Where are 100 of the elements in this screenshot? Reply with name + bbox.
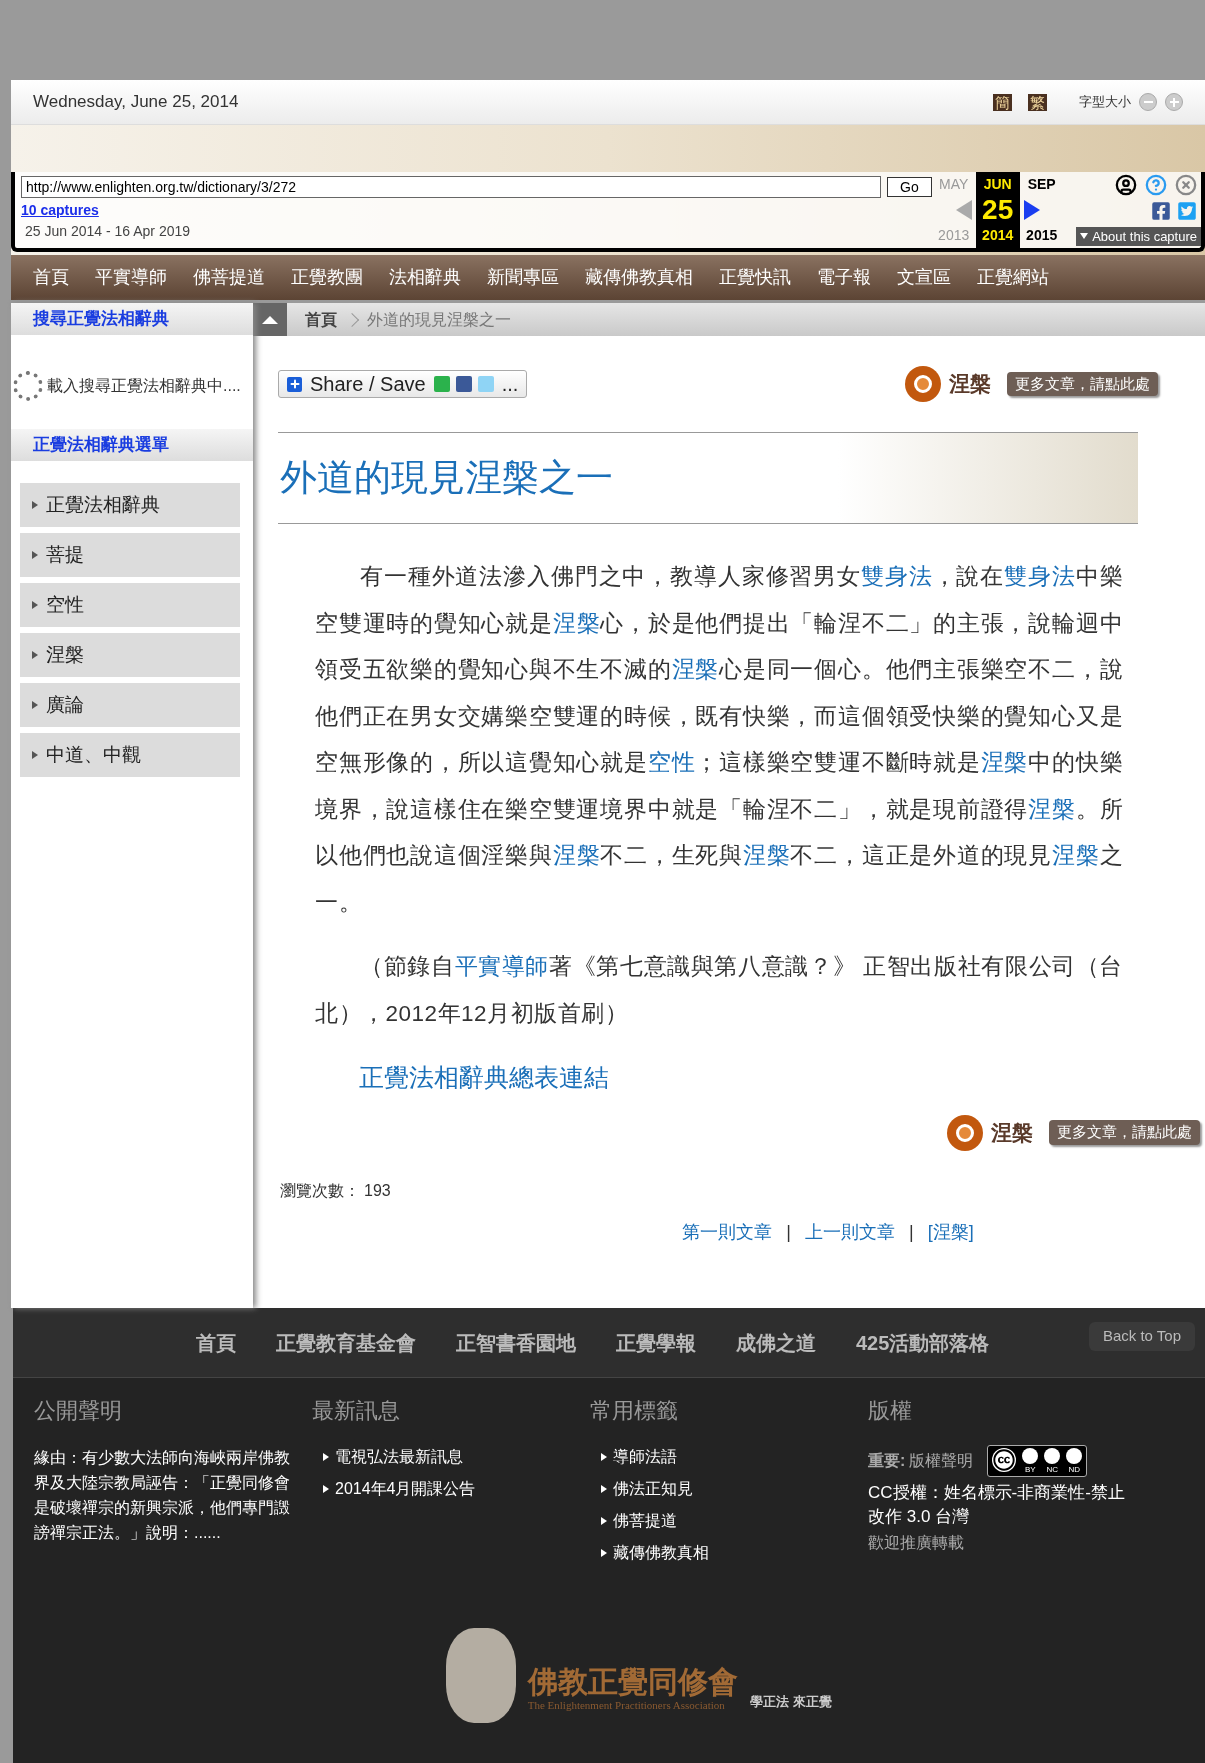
article-paragraph: 有一種外道法滲入佛門之中，教導人家修習男女雙身法，說在雙身法中樂空雙運時的覺知心就是涅槃心，於是他們提出「輪涅不二」的主張，說輪迴中領受五欲樂的覺知心與不生不滅的涅槃心是同一個心。他們主張樂空不二，說他們正在男女交媾樂空雙運的時候，既有快樂，而這個領受快樂的覺知心又是空無形像的，所以這覺知心就是空性；這樣樂空雙運不斷時就是涅槃中的快樂境界，說這樣住在樂空雙運境界中就是「輪涅不二」，就是現前證得涅槃。所以他們也說這個淫樂與涅槃不二，生死與涅槃不二，這正是外道的現見涅槃之一。 — [315, 563, 1123, 917]
footer-heading: 版權 — [868, 1397, 913, 1425]
footer-nav-link[interactable]: 正覺學報 — [616, 1327, 696, 1358]
plus-icon — [287, 376, 302, 392]
breadcrumb-link[interactable]: 首頁 — [305, 307, 337, 332]
footer-link[interactable]: 藏傳佛教真相 — [601, 1541, 848, 1565]
term-link[interactable]: 涅槃 — [671, 657, 720, 682]
user-icon[interactable] — [1115, 174, 1137, 196]
help-icon[interactable] — [1145, 174, 1167, 196]
term-link[interactable]: 平實導師 — [454, 954, 550, 979]
cc-license-badge[interactable]: BY NC ND — [987, 1445, 1088, 1477]
sidebar-item[interactable]: 正覺法相辭典 — [20, 483, 240, 527]
pager-link[interactable]: 上一則文章 — [805, 1218, 895, 1246]
footer-nav-link[interactable]: 首頁 — [196, 1327, 236, 1358]
creative-commons-icon — [993, 1449, 1016, 1471]
term-link[interactable]: 雙身法 — [1004, 564, 1076, 589]
share-button[interactable]: Share / Save ... — [278, 370, 528, 398]
date-text: Wednesday, June 25, 2014 — [33, 91, 239, 114]
back-to-top-button[interactable]: Back to Top — [1088, 1322, 1195, 1351]
sidebar-item[interactable]: 涅槃 — [20, 633, 240, 677]
separator: | — [786, 1220, 791, 1244]
bullet-icon — [32, 701, 38, 709]
nav-link[interactable]: 首頁 — [33, 264, 69, 291]
nav-link[interactable]: 平實導師 — [95, 264, 167, 291]
nav-link[interactable]: 文宣區 — [897, 264, 951, 291]
go-button[interactable]: Go — [887, 177, 932, 197]
footer-link[interactable]: 2014年4月開課公告 — [323, 1477, 570, 1501]
footer-heading: 公開聲明 — [34, 1397, 123, 1425]
month-column[interactable]: JUN 25 2014 — [975, 172, 1020, 248]
nav-link[interactable]: 法相辭典 — [389, 264, 461, 291]
bullet-icon — [32, 501, 38, 509]
term-link[interactable]: 涅槃 — [1051, 843, 1100, 868]
captures-link[interactable]: 10 captures — [21, 200, 99, 221]
footer-nav-link[interactable]: 425活動部落格 — [856, 1327, 990, 1358]
about-capture-button[interactable]: About this capture — [1076, 226, 1201, 246]
month-label: JUN — [983, 175, 1012, 194]
term-link[interactable]: 涅槃 — [980, 750, 1029, 775]
facebook-icon[interactable] — [1151, 201, 1171, 222]
category-name: 涅槃 — [949, 370, 991, 399]
term-link[interactable]: 涅槃 — [1028, 796, 1076, 822]
footer-link[interactable]: 佛菩提道 — [601, 1509, 848, 1533]
article-title: 外道的現見涅槃之一 — [280, 456, 613, 501]
footer-nav-link[interactable]: 成佛之道 — [736, 1327, 816, 1358]
bullet-icon — [32, 651, 38, 659]
previous-arrow-icon[interactable] — [955, 200, 972, 220]
term-link[interactable]: 空性 — [647, 750, 696, 775]
logo-slogan: 學正法 來正覺 — [749, 1692, 833, 1711]
bullet-icon — [601, 1517, 607, 1525]
footer-nav-link[interactable]: 正覺教育基金會 — [276, 1327, 416, 1358]
term-link[interactable]: 雙身法 — [860, 564, 933, 589]
footer-link[interactable]: 電視弘法最新訊息 — [323, 1445, 570, 1469]
view-count: 193 — [364, 1180, 391, 1201]
logo-name: 佛教正覺同修會 — [527, 1666, 738, 1697]
loading-text: 載入搜尋正覺法相辭典中.... — [47, 376, 241, 396]
section-header: 搜尋正覺法相辭典 — [11, 303, 253, 335]
pager-link[interactable]: [涅槃] — [927, 1218, 974, 1246]
statement-text: 緣由：有少數大法師向海峽兩岸佛教界及大陸宗教局誣告：「正覺同修會是破壞禪宗的新興宗派，他們專門譭謗禪宗正法。」說明：...... — [34, 1448, 291, 1543]
important-label: 重要: — [868, 1451, 906, 1471]
nav-link[interactable]: 正覺教團 — [291, 264, 363, 291]
footer-link[interactable]: 佛法正知見 — [601, 1477, 848, 1501]
section-header: 正覺法相辭典選單 — [11, 429, 253, 461]
language-button[interactable]: 簡 — [993, 93, 1012, 111]
term-link[interactable]: 涅槃 — [742, 843, 791, 868]
zoom-in-icon[interactable] — [1165, 93, 1183, 111]
sidebar-item[interactable]: 廣論 — [20, 683, 240, 727]
sidebar-item[interactable]: 空性 — [20, 583, 240, 627]
language-button[interactable]: 繁 — [1028, 93, 1047, 111]
next-arrow-icon[interactable] — [1023, 200, 1040, 220]
nav-link[interactable]: 電子報 — [817, 264, 871, 291]
sidebar-item[interactable]: 中道、中觀 — [20, 733, 240, 777]
nav-link[interactable]: 正覺網站 — [977, 264, 1049, 291]
license-text: CC授權：姓名標示-非商業性-禁止改作 3.0 台灣 — [868, 1482, 1126, 1528]
loading-spinner-icon — [13, 371, 43, 401]
index-link[interactable]: 正覺法相辭典總表連結 — [359, 1059, 609, 1097]
term-link[interactable]: 涅槃 — [552, 610, 601, 636]
bullet-icon — [32, 601, 38, 609]
nav-link[interactable]: 正覺快訊 — [719, 264, 791, 291]
day-label: 25 — [982, 196, 1014, 224]
sidebar-item[interactable]: 菩提 — [20, 533, 240, 577]
pager-link[interactable]: 第一則文章 — [682, 1218, 773, 1246]
nav-link[interactable]: 新聞專區 — [487, 264, 559, 291]
year-label: 2014 — [982, 226, 1014, 245]
nav-link[interactable]: 佛菩提道 — [193, 264, 265, 291]
more-articles-button[interactable]: 更多文章，請點此處 — [1007, 371, 1158, 397]
more-articles-button[interactable]: 更多文章，請點此處 — [1049, 1120, 1200, 1145]
footer-link[interactable]: 導師法語 — [601, 1445, 848, 1469]
twitter-icon[interactable] — [1177, 201, 1197, 222]
footer-nav-link[interactable]: 正智書香園地 — [456, 1327, 576, 1358]
zoom-out-icon[interactable] — [1139, 93, 1157, 111]
term-link[interactable]: 涅槃 — [552, 843, 601, 868]
bullet-icon — [601, 1453, 607, 1461]
copyright-link[interactable]: 版權聲明 — [909, 1449, 974, 1473]
month-column[interactable]: SEP 2015 — [1019, 172, 1064, 248]
nav-link[interactable]: 藏傳佛教真相 — [585, 264, 693, 291]
url-field[interactable]: http://www.enlighten.org.tw/dictionary/3/272 — [21, 176, 881, 198]
bullet-icon — [323, 1485, 329, 1493]
close-icon[interactable] — [1175, 174, 1197, 196]
month-label: MAY — [939, 175, 969, 194]
view-count-label: 瀏覽次數： — [280, 1180, 360, 1201]
year-label: 2015 — [1026, 226, 1058, 245]
